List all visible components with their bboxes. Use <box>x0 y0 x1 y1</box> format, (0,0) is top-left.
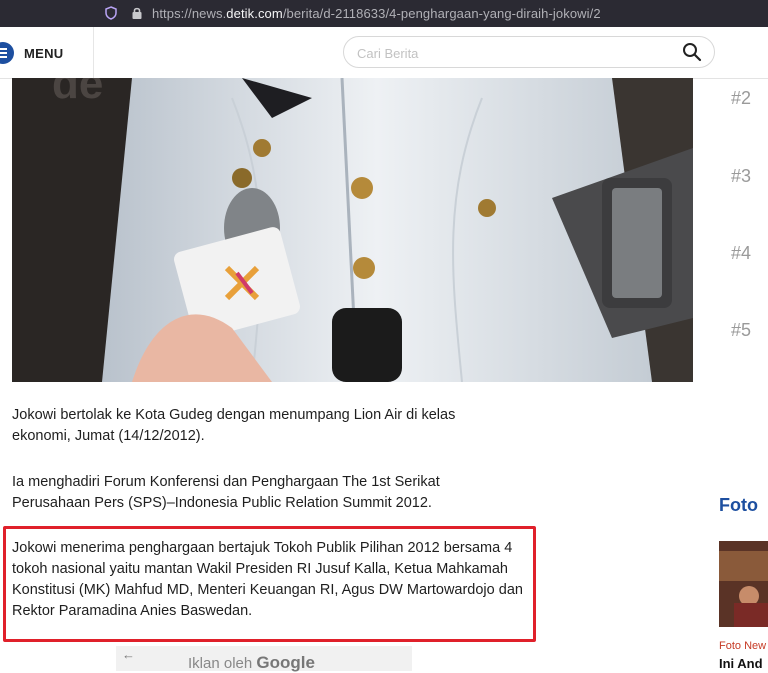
ad-label: Iklan oleh Google <box>188 653 315 672</box>
popular-rank[interactable]: #5 <box>731 320 751 341</box>
search-box[interactable] <box>343 36 715 68</box>
photo-illustration: de <box>12 78 693 382</box>
google-ad-label[interactable]: ← Iklan oleh Google <box>116 646 412 672</box>
search-icon[interactable] <box>682 42 702 62</box>
shield-icon <box>105 6 117 20</box>
hamburger-icon <box>0 42 14 64</box>
header-divider <box>93 27 94 78</box>
foto-category[interactable]: Foto New <box>719 640 766 652</box>
menu-button[interactable]: MENU <box>0 39 63 67</box>
browser-url-bar[interactable]: https://news.detik.com/berita/d-2118633/… <box>0 0 768 27</box>
popular-rank[interactable]: #4 <box>731 243 751 264</box>
back-arrow-icon[interactable]: ← <box>122 647 135 662</box>
search-input[interactable] <box>357 43 657 63</box>
foto-headline[interactable]: Ini And <box>719 656 763 671</box>
url-text[interactable]: https://news.detik.com/berita/d-2118633/… <box>152 6 601 21</box>
menu-label: MENU <box>24 45 64 61</box>
article-photo: de <box>12 78 693 382</box>
site-header: MENU <box>0 27 768 79</box>
article-paragraph-highlighted: Jokowi menerima penghargaan bertajuk Tok… <box>12 540 523 619</box>
article-paragraph: Ia menghadiri Forum Konferensi dan Pengh… <box>12 474 440 511</box>
lock-icon <box>132 7 142 19</box>
google-brand: Google <box>256 653 315 672</box>
popular-rank[interactable]: #2 <box>731 88 751 109</box>
popular-rank[interactable]: #3 <box>731 166 751 187</box>
svg-text:de: de <box>52 78 103 108</box>
article-paragraph: Jokowi bertolak ke Kota Gudeg dengan men… <box>12 407 456 444</box>
foto-thumbnail[interactable] <box>719 541 768 627</box>
foto-section-title[interactable]: Foto <box>719 495 758 516</box>
